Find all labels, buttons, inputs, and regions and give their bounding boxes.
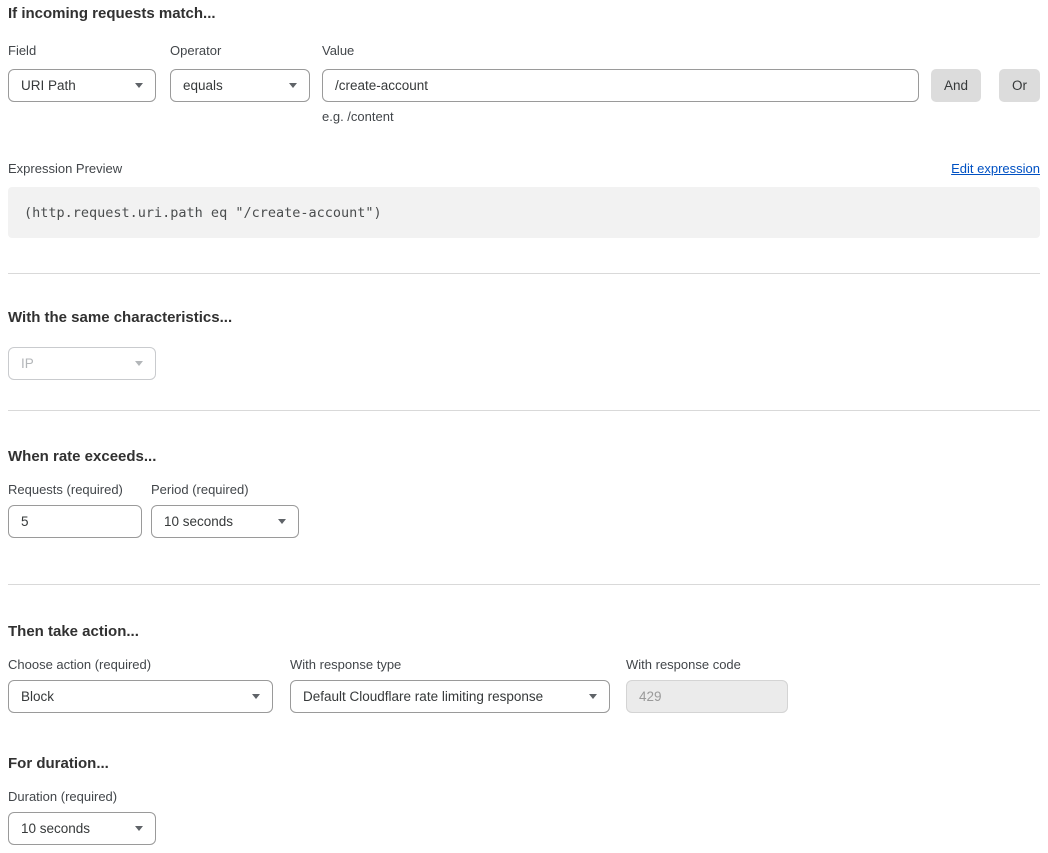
response-type-select-value: Default Cloudflare rate limiting respons… [303, 689, 543, 704]
characteristic-group: IP [8, 347, 156, 380]
requests-label: Requests (required) [8, 482, 142, 497]
chevron-down-icon [289, 83, 297, 88]
expression-preview-box: (http.request.uri.path eq "/create-accou… [8, 187, 1040, 238]
value-hint: e.g. /content [322, 109, 919, 124]
period-select-value: 10 seconds [164, 514, 233, 529]
section-incoming-requests: If incoming requests match... Field URI … [8, 5, 1040, 238]
operator-label: Operator [170, 43, 310, 58]
value-label: Value [322, 43, 919, 58]
section-rate: When rate exceeds... Requests (required)… [8, 448, 1040, 538]
characteristic-select: IP [8, 347, 156, 380]
duration-label: Duration (required) [8, 789, 1040, 804]
response-type-select[interactable]: Default Cloudflare rate limiting respons… [290, 680, 610, 713]
field-select-value: URI Path [21, 78, 76, 93]
requests-input[interactable] [8, 505, 142, 538]
response-code-input [626, 680, 788, 713]
section-heading-characteristics: With the same characteristics... [8, 309, 1040, 327]
response-type-group: With response type Default Cloudflare ra… [290, 657, 610, 713]
section-characteristics: With the same characteristics... IP [8, 309, 1040, 380]
period-label: Period (required) [151, 482, 299, 497]
section-heading-action: Then take action... [8, 623, 1040, 641]
operator-group: Operator equals [170, 43, 310, 102]
and-button[interactable]: And [931, 69, 981, 102]
field-label: Field [8, 43, 156, 58]
operator-select[interactable]: equals [170, 69, 310, 102]
choose-action-select[interactable]: Block [8, 680, 273, 713]
chevron-down-icon [135, 361, 143, 366]
operator-select-value: equals [183, 78, 223, 93]
response-code-group: With response code [626, 657, 788, 713]
chevron-down-icon [589, 694, 597, 699]
expression-preview-label: Expression Preview [8, 161, 122, 176]
requests-group: Requests (required) [8, 482, 142, 538]
choose-action-group: Choose action (required) Block [8, 657, 273, 713]
period-group: Period (required) 10 seconds [151, 482, 299, 538]
characteristic-select-value: IP [21, 356, 34, 371]
match-expression-row: Field URI Path Operator equals Value e.g… [8, 43, 1040, 124]
value-group: Value e.g. /content [322, 43, 919, 124]
section-divider [8, 273, 1040, 274]
rate-row: Requests (required) Period (required) 10… [8, 482, 1040, 538]
chevron-down-icon [135, 826, 143, 831]
field-group: Field URI Path [8, 43, 156, 102]
action-row: Choose action (required) Block With resp… [8, 657, 1040, 713]
rate-limiting-rule-form: If incoming requests match... Field URI … [0, 0, 1048, 853]
expression-preview-header: Expression Preview Edit expression [8, 161, 1040, 176]
duration-select-value: 10 seconds [21, 821, 90, 836]
field-select[interactable]: URI Path [8, 69, 156, 102]
section-duration: For duration... Duration (required) 10 s… [8, 755, 1040, 845]
choose-action-select-value: Block [21, 689, 54, 704]
section-action: Then take action... Choose action (requi… [8, 623, 1040, 713]
edit-expression-link[interactable]: Edit expression [951, 161, 1040, 176]
chevron-down-icon [278, 519, 286, 524]
duration-select[interactable]: 10 seconds [8, 812, 156, 845]
value-input[interactable] [322, 69, 919, 102]
or-button[interactable]: Or [999, 69, 1040, 102]
chevron-down-icon [135, 83, 143, 88]
section-heading-rate: When rate exceeds... [8, 448, 1040, 466]
choose-action-label: Choose action (required) [8, 657, 273, 672]
chevron-down-icon [252, 694, 260, 699]
section-divider [8, 584, 1040, 585]
section-divider [8, 410, 1040, 411]
section-heading-match: If incoming requests match... [8, 5, 1040, 23]
period-select[interactable]: 10 seconds [151, 505, 299, 538]
duration-group: 10 seconds [8, 812, 156, 845]
section-heading-duration: For duration... [8, 755, 1040, 773]
response-type-label: With response type [290, 657, 610, 672]
response-code-label: With response code [626, 657, 788, 672]
